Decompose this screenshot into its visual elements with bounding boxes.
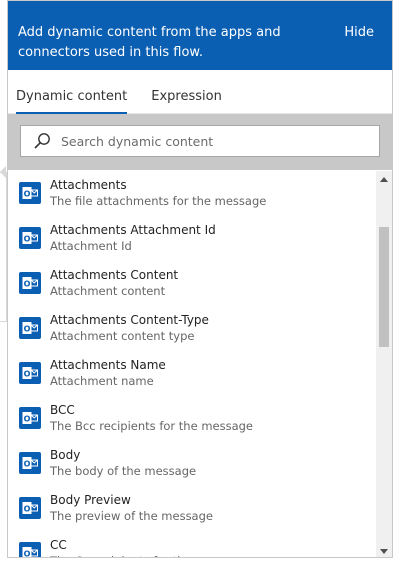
list-item[interactable]: O Attachments The file attachments for the… xyxy=(8,171,376,216)
panel-header: Add dynamic content from the apps and co… xyxy=(8,1,392,70)
outlook-icon: O xyxy=(19,182,41,204)
list-item-text: Attachments Content Attachment content xyxy=(50,268,178,299)
scroll-up-button[interactable] xyxy=(376,171,392,187)
list-item[interactable]: O Attachments Attachment Id Attachment Id xyxy=(8,216,376,261)
search-icon xyxy=(34,133,50,149)
list-item-title: Attachments Attachment Id xyxy=(50,223,216,237)
search-band xyxy=(8,114,392,170)
list-item[interactable]: O BCC The Bcc recipients for the message xyxy=(8,396,376,441)
svg-text:O: O xyxy=(24,415,31,424)
svg-text:O: O xyxy=(24,280,31,289)
svg-text:O: O xyxy=(24,235,31,244)
svg-text:O: O xyxy=(24,505,31,514)
list-item-description: Attachment content type xyxy=(50,329,195,343)
chevron-down-icon xyxy=(380,548,388,554)
list-item-title: Body Preview xyxy=(50,493,131,507)
list-item-text: Body Preview The preview of the message xyxy=(50,493,213,524)
list-item-description: The file attachments for the message xyxy=(50,194,267,208)
list-item-text: CCThe Cc recipients for the message xyxy=(50,538,247,557)
list-item[interactable]: O Attachments Name Attachment name xyxy=(8,351,376,396)
list-item-description: The body of the message xyxy=(50,464,197,478)
scroll-down-button[interactable] xyxy=(376,543,392,557)
list-item[interactable]: O Body The body of the message xyxy=(8,441,376,486)
chevron-up-icon xyxy=(380,176,388,182)
outlook-icon: O xyxy=(19,542,41,559)
tab-expression[interactable]: Expression xyxy=(151,89,228,113)
list-item-title: Attachments Name xyxy=(50,358,166,372)
scroll-thumb[interactable] xyxy=(379,227,389,347)
list-item-text: Body The body of the message xyxy=(50,448,196,479)
list-item-text: BCC The Bcc recipients for the message xyxy=(50,403,253,434)
list-item-title: BCC xyxy=(50,403,75,417)
list-item-description: Attachment content xyxy=(50,284,166,298)
list-item-title: Attachments Content-Type xyxy=(50,313,209,327)
dynamic-content-list: O Attachments The file attachments for the… xyxy=(8,171,376,559)
list-item-description: The preview of the message xyxy=(50,509,213,523)
search-input[interactable] xyxy=(61,133,361,149)
header-description: Add dynamic content from the apps and co… xyxy=(18,25,281,60)
hide-button[interactable]: Hide xyxy=(344,23,374,43)
list-item-title: CC xyxy=(50,538,67,552)
list-item-text: Attachments The file attachments for the … xyxy=(50,178,266,209)
flow-canvas-edge xyxy=(0,0,7,566)
list-item-text: Attachments Content-Type Attachment conte… xyxy=(50,313,209,344)
list-item[interactable]: O Attachments Content Attachment content xyxy=(8,261,376,306)
list-item-description: The Bcc recipients for the message xyxy=(50,419,253,433)
outlook-icon: O xyxy=(19,272,41,294)
dynamic-content-list-area: O Attachments The file attachments for the… xyxy=(8,171,392,559)
list-item-text: Attachments Name Attachment name xyxy=(50,358,166,389)
list-item-text: Attachments Attachment Id Attachment Id xyxy=(50,223,216,254)
svg-text:O: O xyxy=(24,370,31,379)
panel-pointer-arrow xyxy=(0,166,6,178)
dynamic-content-panel: Add dynamic content from the apps and co… xyxy=(7,0,393,558)
list-item-title: Attachments Content xyxy=(50,268,179,282)
outlook-icon: O xyxy=(19,227,41,249)
search-box[interactable] xyxy=(20,125,380,157)
outlook-icon: O xyxy=(19,407,41,429)
outlook-icon: O xyxy=(19,452,41,474)
outlook-icon: O xyxy=(19,497,41,519)
list-item-description: The Cc recipients for the message xyxy=(50,553,247,557)
list-item[interactable]: O Body Preview The preview of the message xyxy=(8,486,376,531)
list-item[interactable]: O Attachments Content-Type Attachment cont… xyxy=(8,306,376,351)
tab-bar: Dynamic content Expression xyxy=(8,70,392,114)
list-item-title: Body xyxy=(50,448,81,462)
svg-text:O: O xyxy=(24,550,31,559)
svg-text:O: O xyxy=(24,325,31,334)
panel-pointer-frame xyxy=(0,172,7,322)
svg-text:O: O xyxy=(24,190,31,199)
tab-dynamic-content[interactable]: Dynamic content xyxy=(16,89,133,114)
svg-text:O: O xyxy=(24,460,31,469)
list-item-title: Attachments xyxy=(50,178,127,192)
list-scrollbar[interactable] xyxy=(376,171,392,557)
outlook-icon: O xyxy=(19,317,41,339)
list-item[interactable]: O CCThe Cc recipients for the message xyxy=(8,531,376,559)
outlook-icon: O xyxy=(19,362,41,384)
list-item-description: Attachment name xyxy=(50,374,154,388)
list-item-description: Attachment Id xyxy=(50,239,132,253)
